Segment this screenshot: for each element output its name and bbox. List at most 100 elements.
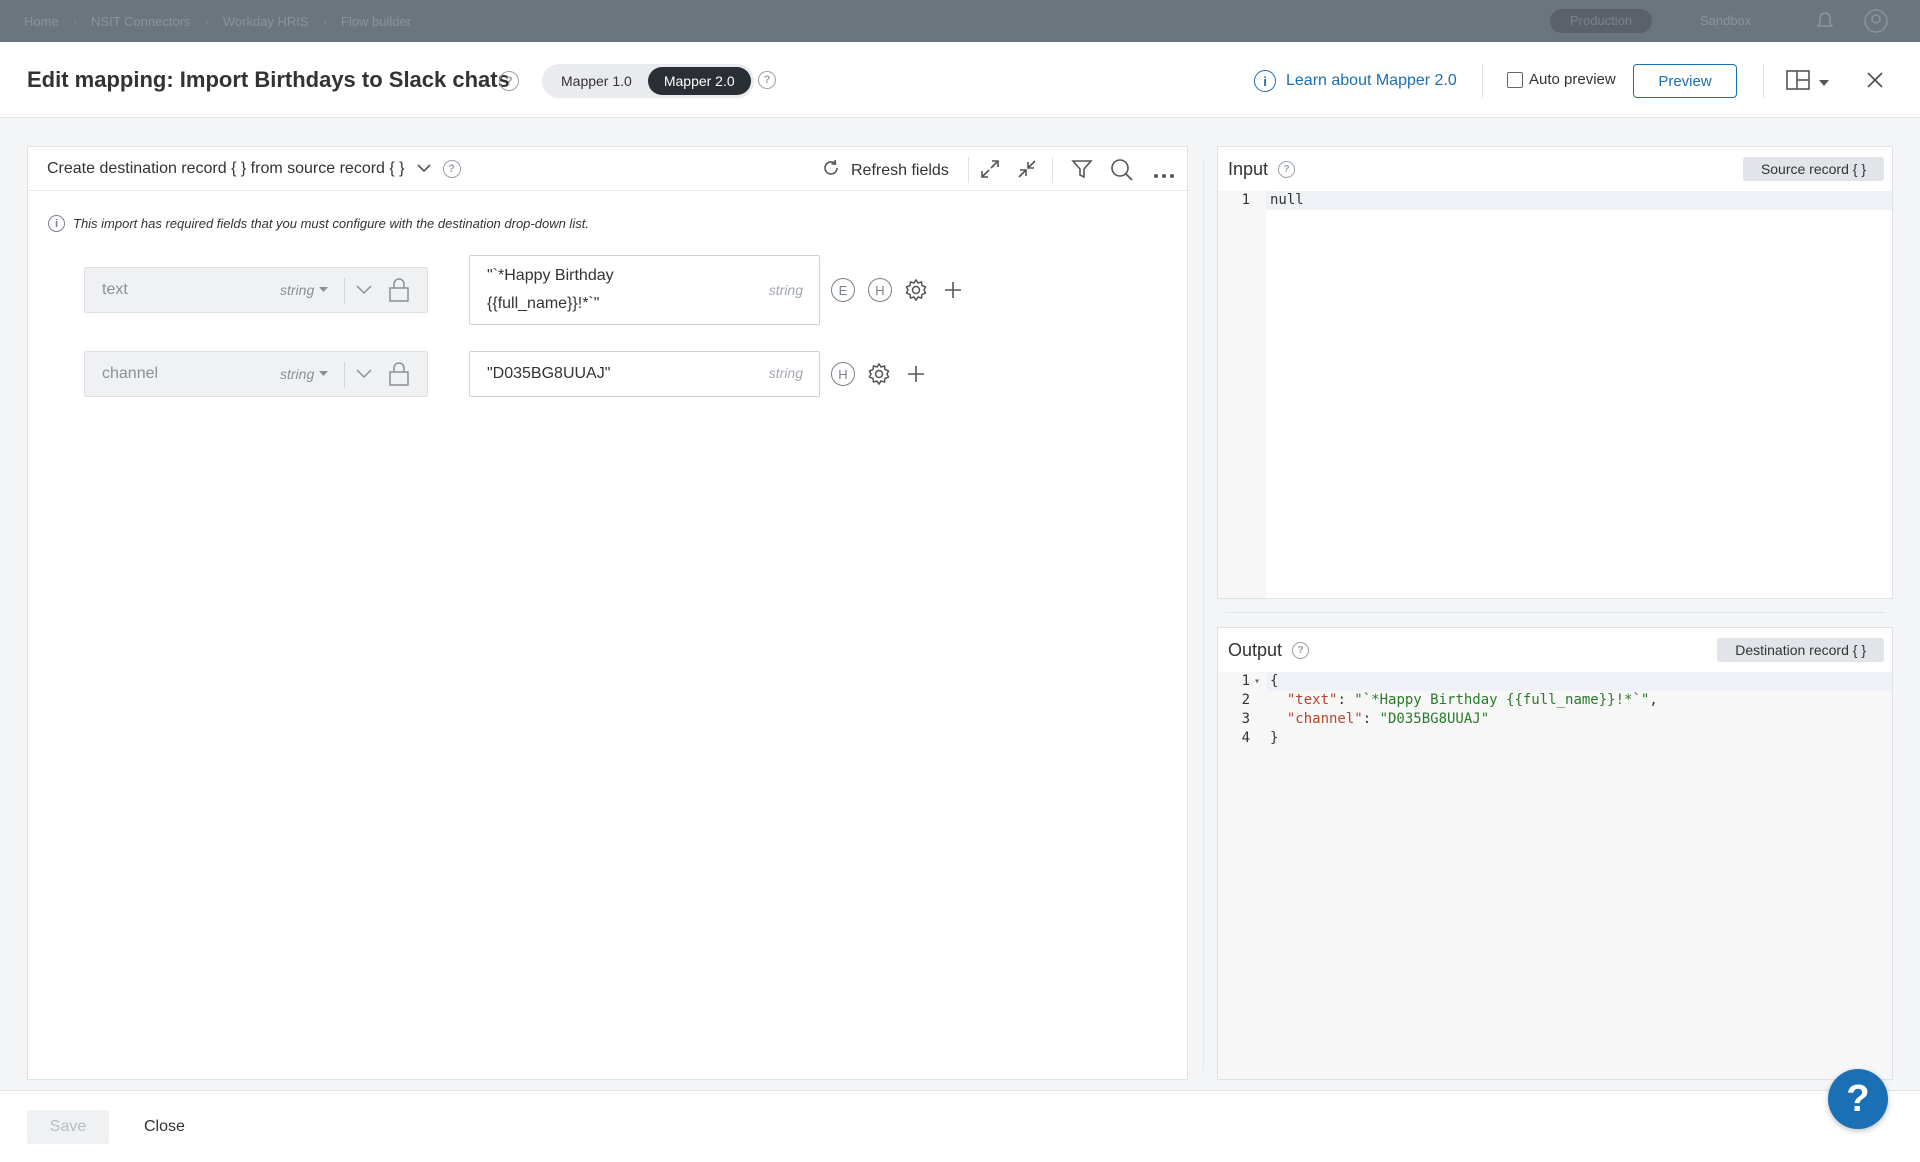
code-line: 1 null bbox=[1218, 191, 1892, 210]
json-value: "`*Happy Birthday {{full_name}}!*`" bbox=[1354, 692, 1650, 708]
toolbar-divider bbox=[1052, 157, 1053, 183]
preview-button[interactable]: Preview bbox=[1633, 64, 1737, 98]
layout-switcher-button[interactable] bbox=[1786, 70, 1830, 95]
source-field-name: text bbox=[102, 281, 128, 298]
add-row-icon[interactable] bbox=[943, 280, 963, 305]
refresh-fields-label: Refresh fields bbox=[851, 161, 949, 179]
header-divider bbox=[1763, 64, 1764, 98]
breadcrumb-flow: Flow builder bbox=[340, 13, 412, 29]
panel-splitter-horizontal[interactable] bbox=[1225, 612, 1885, 613]
add-row-icon[interactable] bbox=[906, 364, 926, 389]
caret-down-icon bbox=[319, 287, 329, 292]
close-button[interactable]: Close bbox=[144, 1118, 185, 1136]
env-production-toggle: Production bbox=[1550, 9, 1653, 33]
code-area bbox=[1266, 191, 1892, 598]
chevron-down-icon[interactable] bbox=[356, 365, 372, 386]
record-type-help-icon[interactable]: ? bbox=[442, 160, 461, 178]
learn-link[interactable]: i Learn about Mapper 2.0 bbox=[1254, 70, 1457, 92]
json-key: "text" bbox=[1286, 692, 1338, 708]
line-number: 2 bbox=[1241, 692, 1250, 708]
record-type-selector[interactable]: Create destination record { } from sourc… bbox=[47, 160, 461, 178]
bell-icon bbox=[1815, 11, 1835, 34]
page-title: Edit mapping: Import Birthdays to Slack … bbox=[27, 67, 510, 93]
input-code-editor[interactable]: 1 null bbox=[1218, 191, 1892, 598]
user-avatar-icon bbox=[1864, 9, 1888, 36]
refresh-fields-button[interactable]: Refresh fields bbox=[821, 158, 949, 183]
breadcrumb-separator: › bbox=[204, 13, 209, 29]
settings-gear-icon[interactable] bbox=[904, 278, 928, 307]
mapper-v2-option[interactable]: Mapper 2.0 bbox=[647, 67, 751, 95]
code-line: 2 "text": "`*Happy Birthday {{full_name}… bbox=[1218, 691, 1892, 710]
destination-type-label: string bbox=[768, 282, 803, 298]
mapping-panel: Create destination record { } from sourc… bbox=[27, 146, 1188, 1080]
destination-record-badge[interactable]: Destination record { } bbox=[1717, 638, 1884, 662]
caret-down-icon bbox=[1818, 74, 1830, 92]
field-divider bbox=[344, 362, 345, 388]
field-divider bbox=[344, 278, 345, 304]
source-type-selector[interactable]: string bbox=[280, 282, 329, 298]
mapping-toolbar: Create destination record { } from sourc… bbox=[28, 147, 1187, 191]
input-panel-header: Input ? Source record { } bbox=[1218, 147, 1892, 191]
collapse-icon[interactable] bbox=[1016, 158, 1038, 185]
chevron-down-icon[interactable] bbox=[356, 281, 372, 302]
caret-down-icon bbox=[319, 371, 329, 376]
input-help-icon[interactable]: ? bbox=[1278, 161, 1296, 178]
output-panel: Output ? Destination record { } 1 ▾ { 2 … bbox=[1217, 627, 1893, 1080]
code-text: "channel": "D035BG8UUAJ" bbox=[1286, 711, 1490, 727]
mapper-help-icon[interactable]: ? bbox=[758, 71, 776, 89]
refresh-icon bbox=[821, 158, 841, 183]
breadcrumb-integration: Workday HRIS bbox=[222, 13, 309, 29]
page-title-text: Edit mapping: Import Birthdays to Slack … bbox=[27, 67, 510, 92]
handlebars-badge-icon[interactable]: H bbox=[868, 278, 892, 302]
help-fab-button[interactable]: ? bbox=[1828, 1069, 1888, 1129]
auto-preview-checkbox[interactable] bbox=[1507, 71, 1523, 88]
source-type-label: string bbox=[280, 366, 315, 382]
source-field[interactable]: text string bbox=[84, 267, 428, 313]
destination-field[interactable]: "`*Happy Birthday {{full_name}}!*`" stri… bbox=[469, 255, 820, 325]
code-line: 4 } bbox=[1218, 729, 1892, 748]
source-field-name: channel bbox=[102, 365, 159, 382]
line-gutter bbox=[1218, 191, 1266, 598]
more-options-icon[interactable] bbox=[1153, 166, 1175, 184]
mapper-version-toggle: Mapper 1.0 Mapper 2.0 bbox=[542, 64, 754, 98]
destination-field[interactable]: "D035BG8UUAJ" string bbox=[469, 351, 820, 397]
expression-badge-icon[interactable]: E bbox=[831, 278, 855, 302]
required-fields-note-text: This import has required fields that you… bbox=[73, 216, 589, 231]
save-button[interactable]: Save bbox=[27, 1110, 109, 1144]
info-icon: i bbox=[48, 215, 65, 232]
filter-icon[interactable] bbox=[1071, 158, 1093, 185]
destination-value-line1: "`*Happy Birthday bbox=[487, 267, 614, 284]
mapper-v1-option[interactable]: Mapper 1.0 bbox=[545, 67, 648, 95]
fold-caret-icon[interactable]: ▾ bbox=[1254, 672, 1260, 691]
json-key: "channel" bbox=[1286, 711, 1363, 727]
code-text: } bbox=[1270, 730, 1279, 746]
destination-value-line2: {{full_name}}!*`" bbox=[487, 295, 600, 312]
chevron-down-icon bbox=[416, 160, 431, 178]
code-text: { bbox=[1270, 673, 1279, 689]
breadcrumb-home: Home bbox=[24, 13, 59, 29]
code-text: null bbox=[1270, 192, 1304, 208]
app-topbar: Home › NSIT Connectors › Workday HRIS › … bbox=[0, 0, 1920, 42]
env-sandbox-toggle: Sandbox bbox=[1700, 13, 1752, 28]
settings-gear-icon[interactable] bbox=[867, 362, 891, 391]
input-label: Input ? bbox=[1228, 159, 1296, 180]
source-field[interactable]: channel string bbox=[84, 351, 428, 397]
panel-splitter-vertical[interactable] bbox=[1203, 160, 1204, 1070]
auto-preview-toggle[interactable]: Auto preview bbox=[1507, 71, 1616, 88]
title-help-icon[interactable]: ? bbox=[499, 71, 519, 91]
code-text: "text": "`*Happy Birthday {{full_name}}!… bbox=[1286, 692, 1658, 708]
output-help-icon[interactable]: ? bbox=[1292, 642, 1310, 659]
close-icon[interactable] bbox=[1864, 69, 1886, 96]
source-record-badge[interactable]: Source record { } bbox=[1742, 157, 1884, 181]
search-icon[interactable] bbox=[1110, 158, 1134, 187]
record-type-label: Create destination record { } from sourc… bbox=[47, 160, 405, 177]
destination-type-label: string bbox=[768, 365, 803, 381]
required-fields-note: i This import has required fields that y… bbox=[48, 215, 589, 232]
handlebars-badge-icon[interactable]: H bbox=[831, 362, 855, 386]
output-code-editor[interactable]: 1 ▾ { 2 "text": "`*Happy Birthday {{full… bbox=[1218, 672, 1892, 1079]
source-type-selector[interactable]: string bbox=[280, 366, 329, 382]
expand-icon[interactable] bbox=[979, 158, 1001, 185]
learn-link-text[interactable]: Learn about Mapper 2.0 bbox=[1286, 72, 1457, 90]
input-panel: Input ? Source record { } 1 null bbox=[1217, 146, 1893, 599]
output-panel-header: Output ? Destination record { } bbox=[1218, 628, 1892, 672]
